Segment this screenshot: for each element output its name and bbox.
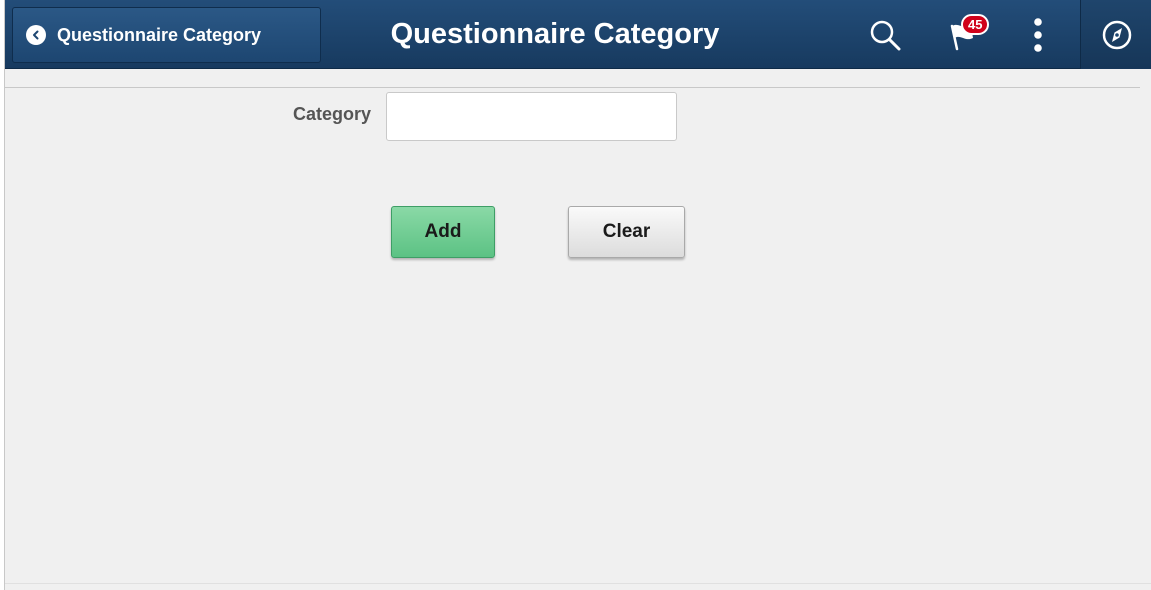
category-input[interactable] bbox=[386, 92, 677, 141]
notification-badge: 45 bbox=[961, 14, 990, 35]
back-button-label: Questionnaire Category bbox=[57, 24, 262, 45]
back-button[interactable]: Questionnaire Category bbox=[12, 7, 321, 63]
navbar-button[interactable] bbox=[1080, 0, 1151, 69]
footer-divider bbox=[5, 583, 1151, 584]
clear-button[interactable]: Clear bbox=[568, 206, 685, 258]
chevron-left-icon bbox=[26, 25, 46, 45]
page-title: Questionnaire Category bbox=[390, 18, 720, 50]
add-button[interactable]: Add bbox=[391, 206, 495, 258]
actions-menu-button[interactable] bbox=[1013, 10, 1063, 60]
notifications-button[interactable]: 45 bbox=[937, 10, 990, 60]
more-vertical-icon bbox=[1034, 18, 1042, 52]
header-divider bbox=[5, 87, 1140, 88]
search-icon bbox=[870, 20, 901, 51]
category-label: Category bbox=[292, 104, 371, 124]
page-frame: Questionnaire Category Questionnaire Cat… bbox=[4, 0, 1151, 590]
navbar-compass-icon bbox=[1102, 20, 1131, 49]
header-banner: Questionnaire Category Questionnaire Cat… bbox=[5, 0, 1151, 69]
search-button[interactable] bbox=[860, 10, 910, 60]
